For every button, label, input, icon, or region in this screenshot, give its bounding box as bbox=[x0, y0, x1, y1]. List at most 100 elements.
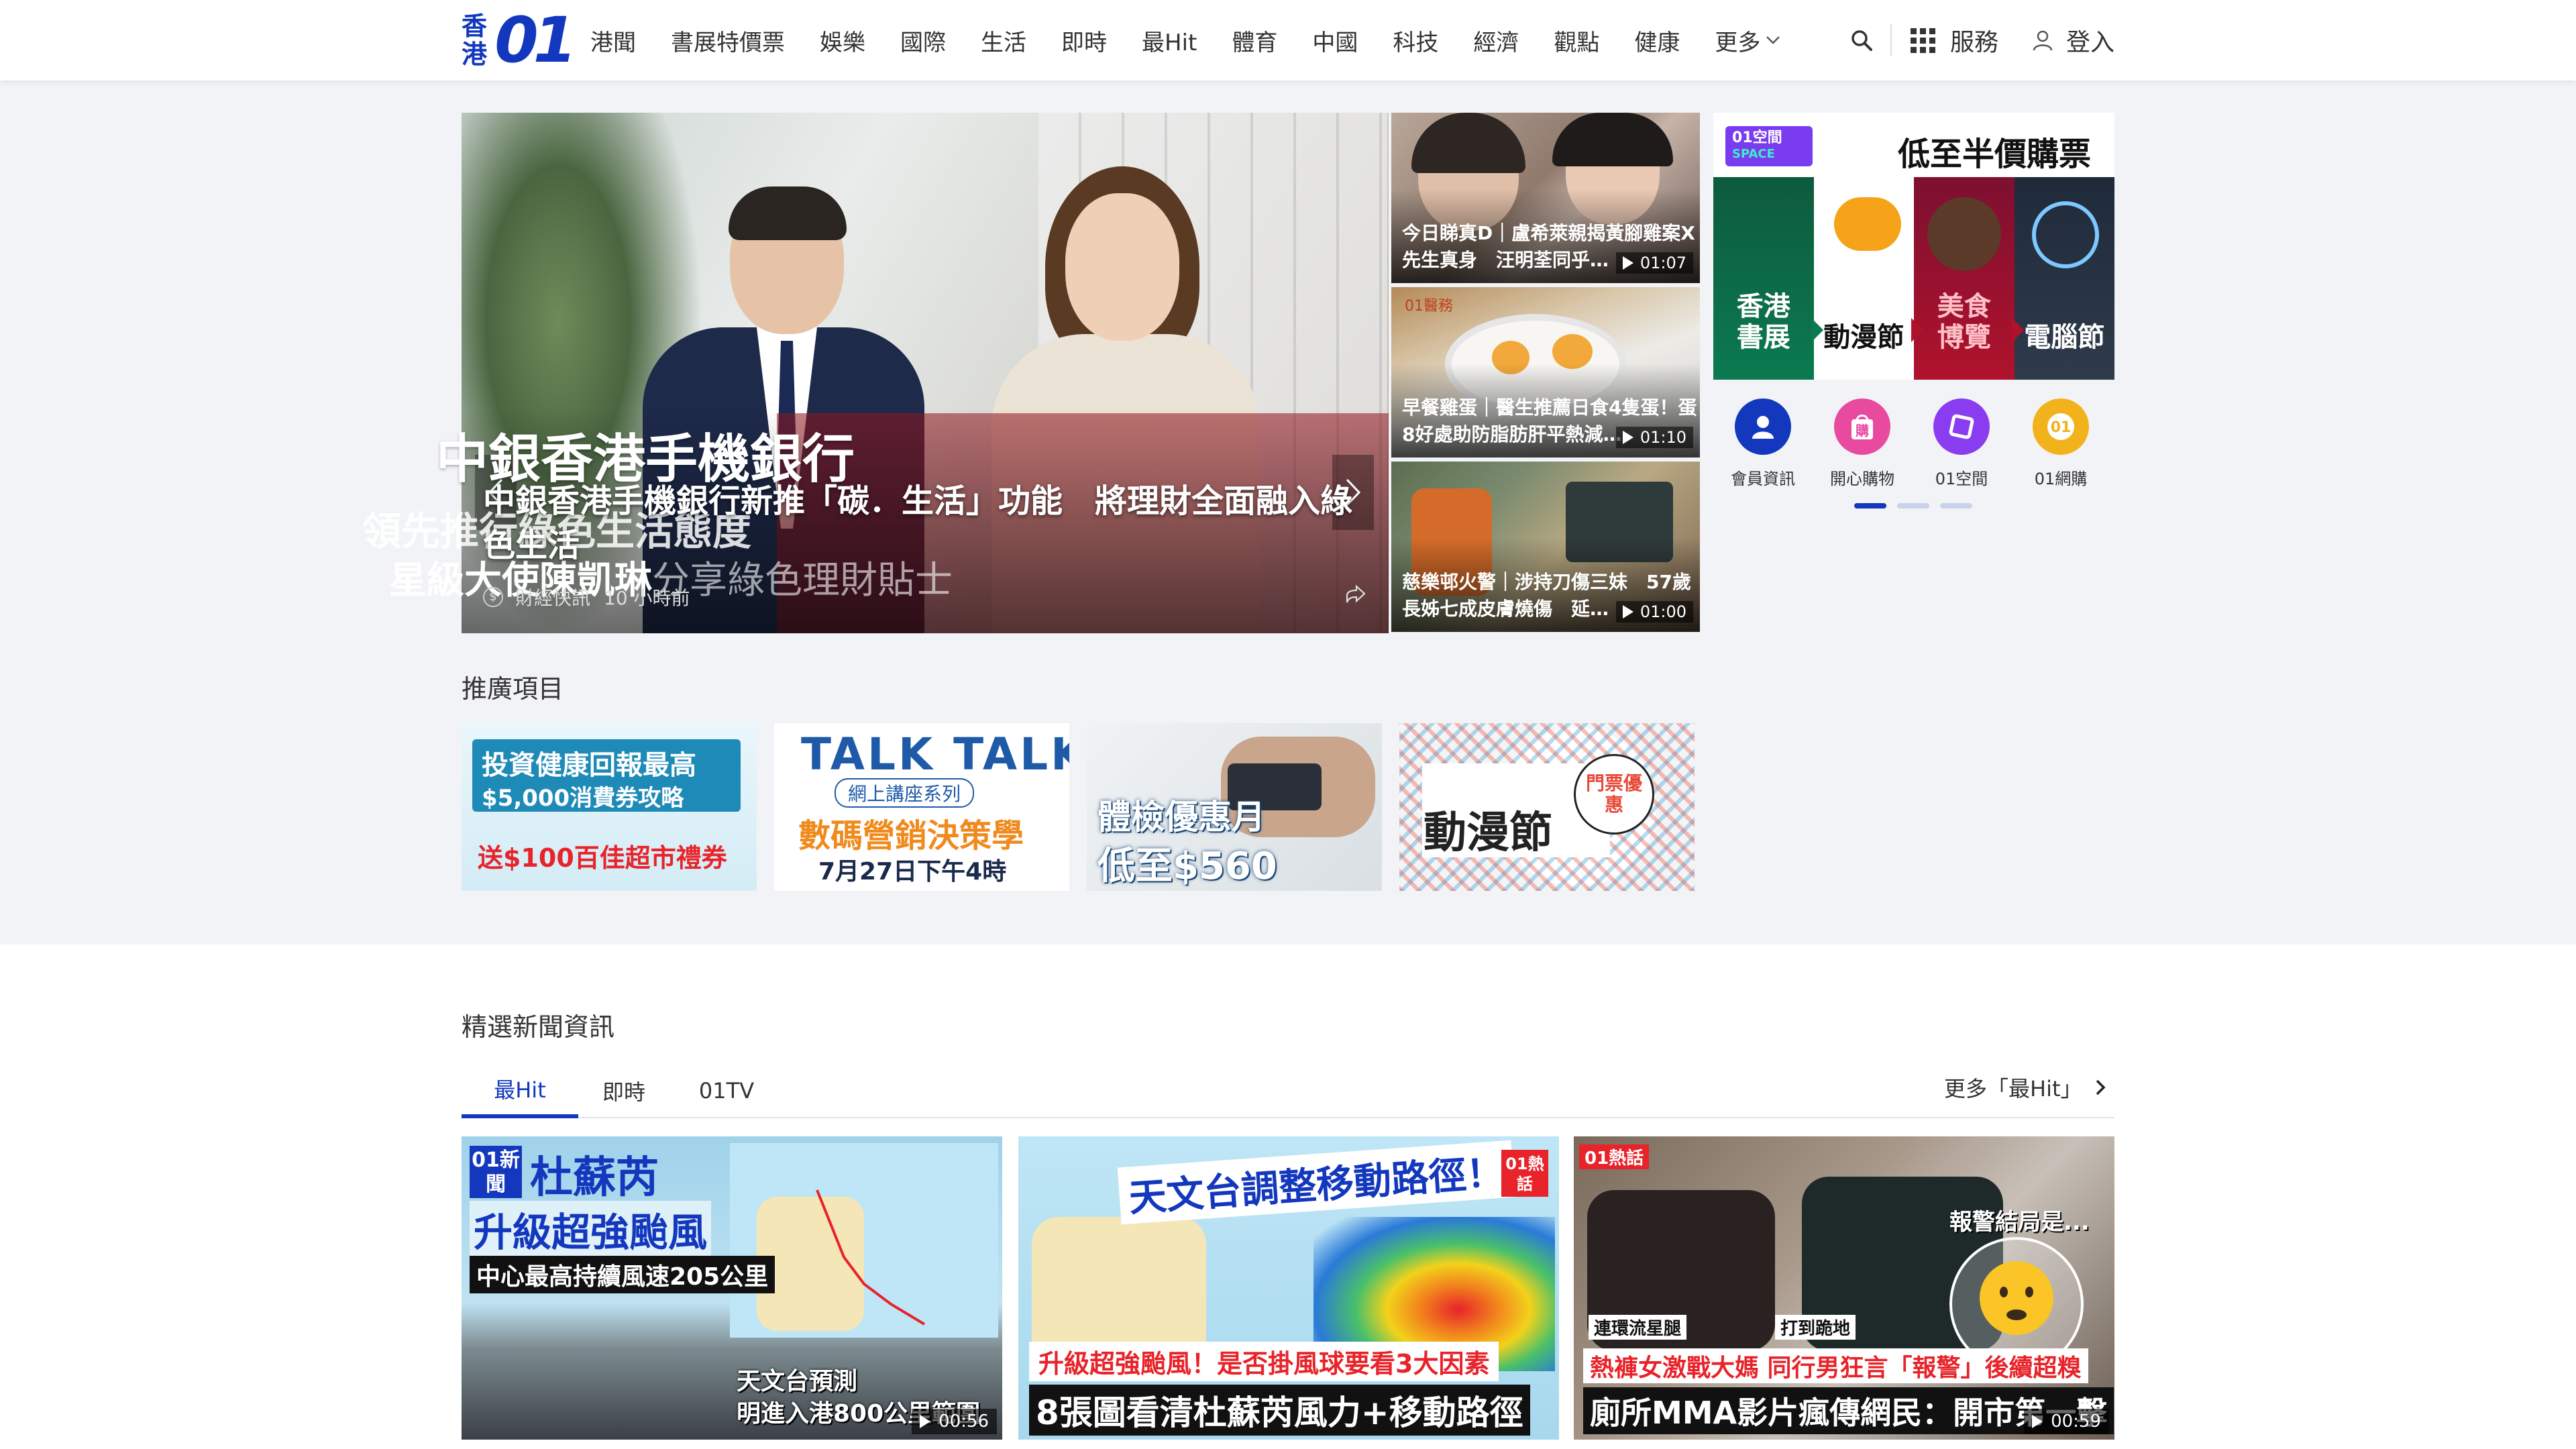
promo-panel-food-expo[interactable]: 美食 博覽 bbox=[1914, 177, 2024, 380]
chevron-right-icon bbox=[2096, 1079, 2105, 1095]
top-navigation-bar: 香 港 01 港聞 書展特價票 娛樂 國際 生活 即時 最Hit 體育 中國 科技 經濟 觀點 健康 更多… bbox=[0, 0, 2576, 80]
ad-text: 低至$560 bbox=[1097, 845, 1277, 888]
ad-badge: 門票優惠 bbox=[1574, 754, 1654, 835]
carousel-dot[interactable] bbox=[1854, 503, 1886, 508]
login-label: 登入 bbox=[2066, 29, 2115, 56]
promo-header: 01空間 SPACE 低至半價購票 bbox=[1713, 113, 2114, 177]
service-member-info[interactable]: 會員資訊 bbox=[1723, 398, 1803, 489]
ad-text: 體檢優惠月 bbox=[1097, 798, 1265, 837]
logo-chinese: 香 港 bbox=[462, 12, 492, 68]
card-bubble: 報警結局是... bbox=[1949, 1209, 2090, 1236]
ad-comic-festival[interactable]: 動漫節 門票優惠 bbox=[1399, 723, 1695, 891]
header-divider bbox=[1890, 24, 1892, 56]
hero-title[interactable]: 中銀香港手機銀行新推「碳．生活」功能 將理財全面融入綠色生活 bbox=[483, 479, 1355, 568]
ad-talk-talk-seminar[interactable]: TALK TALK 網上講座系列 數碼營銷決策學 7月27日下午4時 bbox=[774, 723, 1069, 891]
news-heading: 精選新聞資訊 bbox=[462, 1012, 615, 1042]
ad-health-check[interactable]: 體檢優惠月 低至$560 bbox=[1087, 723, 1382, 891]
typhoon-track bbox=[816, 1189, 926, 1326]
promo-logo-line1: 01空間 bbox=[1732, 129, 1782, 146]
promo-comic-graphic bbox=[1833, 197, 1901, 251]
tab-hit[interactable]: 最Hit bbox=[462, 1063, 578, 1118]
play-icon bbox=[2032, 1415, 2043, 1428]
service-label: 開心購物 bbox=[1830, 470, 1894, 488]
nav-item-7[interactable]: 體育 bbox=[1232, 24, 1277, 57]
card-headline-text: 熱褲女激戰大媽 同行男狂言「報警」後續超糗 bbox=[1590, 1354, 2082, 1382]
nav-item-10[interactable]: 經濟 bbox=[1473, 24, 1519, 57]
ad-text: $5,000消費券攻略 bbox=[482, 785, 684, 812]
ticket-promo-banner[interactable]: 01空間 SPACE 低至半價購票 香港 書展 動漫節 美食 博覽 電腦節 bbox=[1713, 113, 2114, 380]
user-icon bbox=[2033, 30, 2053, 51]
card-headline: 中心最高持續風速205公里 bbox=[470, 1256, 775, 1293]
news-tabs: 最Hit 即時 01TV bbox=[462, 1063, 2114, 1118]
services-button[interactable]: 服務 bbox=[1911, 23, 1998, 58]
promo-panel-label: 動漫節 bbox=[1823, 322, 1904, 353]
nav-item-4[interactable]: 生活 bbox=[981, 24, 1026, 57]
side-video-1[interactable]: 今日睇真D｜盧希萊親揭黃腳雞案X先生真身 汪明荃同乎… 01:07 bbox=[1391, 113, 1700, 283]
nav-item-8[interactable]: 中國 bbox=[1312, 24, 1358, 57]
login-button[interactable]: 登入 bbox=[2031, 23, 2114, 58]
ad-text: 投資健康回報最高 bbox=[482, 750, 696, 781]
face-emoji-icon bbox=[1980, 1261, 2053, 1335]
card-label: 打到跪地 bbox=[1775, 1315, 1856, 1340]
service-01-space[interactable]: 01空間 bbox=[1921, 398, 2002, 489]
promotions-heading: 推廣項目 bbox=[462, 674, 564, 704]
main-nav: 港聞 書展特價票 娛樂 國際 生活 即時 最Hit 體育 中國 科技 經濟 觀點 健康 更多 bbox=[590, 0, 1780, 80]
news-tag: 01新聞 bbox=[470, 1146, 522, 1198]
promo-panel-comic-festival[interactable]: 動漫節 bbox=[1813, 177, 1923, 380]
service-label: 01空間 bbox=[1935, 470, 1988, 488]
search-icon[interactable] bbox=[1848, 27, 1875, 54]
card-caption: 天文台預測 bbox=[737, 1368, 858, 1395]
service-label: 會員資訊 bbox=[1731, 470, 1795, 488]
chevron-down-icon bbox=[1766, 36, 1780, 44]
card-headline: 升級超強颱風！是否掛風球要看3大因素 bbox=[1029, 1342, 1499, 1381]
nav-item-3[interactable]: 國際 bbox=[900, 24, 946, 57]
hk01-logo[interactable]: 香 港 01 bbox=[462, 4, 577, 77]
svg-text:購: 購 bbox=[1856, 423, 1869, 439]
side-video-2[interactable]: 01醫務 早餐雞蛋｜醫生推薦日食4隻蛋！蛋8好處助防脂肪肝平熱減… 01:10 bbox=[1391, 287, 1700, 458]
news-card-1[interactable]: 01新聞 杜蘇芮 升級超強颱風 中心最高持續風速205公里 天文台預測 明進入港… bbox=[462, 1136, 1002, 1440]
tab-01tv[interactable]: 01TV bbox=[669, 1063, 784, 1118]
share-icon[interactable] bbox=[1344, 584, 1367, 606]
nav-item-6[interactable]: 最Hit bbox=[1142, 24, 1197, 57]
01space-logo: 01空間 SPACE bbox=[1725, 126, 1813, 166]
nav-item-5[interactable]: 即時 bbox=[1061, 24, 1107, 57]
ad-text: 數碼營銷決策學 bbox=[798, 817, 1024, 855]
duration-text: 01:07 bbox=[1640, 254, 1686, 272]
play-icon bbox=[1622, 256, 1633, 270]
ad-text: 動漫節 bbox=[1424, 808, 1552, 858]
typhoon-map-graphic bbox=[730, 1143, 998, 1338]
tab-instant[interactable]: 即時 bbox=[578, 1063, 669, 1118]
ad-text: 7月27日下午4時 bbox=[818, 858, 1007, 885]
service-happy-shopping[interactable]: 購 開心購物 bbox=[1822, 398, 1902, 489]
card-headline: 升級超強颱風 bbox=[470, 1201, 712, 1257]
side-video-3[interactable]: 慈樂邨火警｜涉持刀傷三妹 57歲長姊七成皮膚燒傷 延… 01:00 bbox=[1391, 462, 1700, 632]
hero-category[interactable]: 財經快訊 bbox=[515, 584, 590, 610]
duration-text: 00:59 bbox=[2051, 1411, 2101, 1432]
duration-text: 00:56 bbox=[938, 1411, 989, 1432]
promo-panel-book-fair[interactable]: 香港 書展 bbox=[1713, 177, 1823, 380]
carousel-dots bbox=[1854, 503, 1983, 508]
news-card-2[interactable]: 天文台調整移動路徑！ 01熱話 升級超強颱風！是否掛風球要看3大因素 8張圖看清… bbox=[1018, 1136, 1559, 1440]
nav-item-2[interactable]: 娛樂 bbox=[820, 24, 865, 57]
play-icon bbox=[920, 1415, 931, 1428]
carousel-dot[interactable] bbox=[1940, 503, 1972, 508]
nav-more-button[interactable]: 更多 bbox=[1715, 24, 1780, 57]
hero-time: 10 小時前 bbox=[604, 587, 690, 609]
carousel-dot[interactable] bbox=[1897, 503, 1929, 508]
video-duration: 01:07 bbox=[1615, 252, 1693, 274]
nav-item-9[interactable]: 科技 bbox=[1393, 24, 1438, 57]
service-01-shop[interactable]: 01 01網購 bbox=[2021, 398, 2101, 489]
promo-title: 低至半價購票 bbox=[1898, 136, 2092, 173]
promo-panel-computer-festival[interactable]: 電腦節 bbox=[2014, 177, 2114, 380]
logo-char-bottom: 港 bbox=[462, 40, 488, 69]
nav-item-12[interactable]: 健康 bbox=[1634, 24, 1680, 57]
nav-item-0[interactable]: 港聞 bbox=[590, 24, 636, 57]
nav-item-1[interactable]: 書展特價票 bbox=[671, 24, 785, 57]
card-headline: 杜蘇芮 bbox=[530, 1153, 659, 1203]
nav-item-11[interactable]: 觀點 bbox=[1554, 24, 1599, 57]
news-card-3[interactable]: 01熱話 報警結局是... 連環流星腿 打到跪地 熱褲女激戰大媽 同行男狂言「報… bbox=[1574, 1136, 2114, 1440]
more-hit-link[interactable]: 更多「最Hit」 bbox=[1944, 1072, 2106, 1103]
ad-investment-health[interactable]: 投資健康回報最高 $5,000消費券攻略 送$100百佳超市禮券 bbox=[462, 723, 757, 891]
card-headline: 天文台調整移動路徑！ bbox=[1117, 1140, 1515, 1225]
ad-text: TALK TALK bbox=[801, 729, 1069, 780]
